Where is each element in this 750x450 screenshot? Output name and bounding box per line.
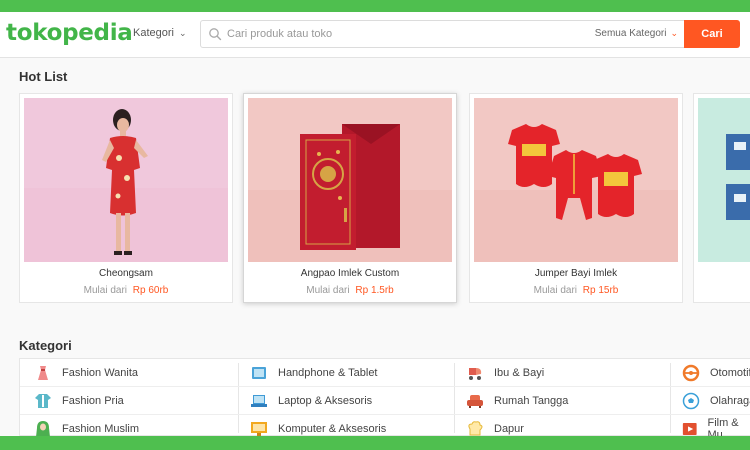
shirt-icon bbox=[35, 394, 51, 408]
product-name: Jumper Bayi Imlek bbox=[534, 268, 618, 279]
category-select[interactable]: Semua Kategori ⌄ bbox=[595, 28, 678, 39]
kategori-item-label: Otomotif bbox=[710, 367, 750, 379]
tablet-icon bbox=[252, 367, 266, 379]
kategori-title: Kategori bbox=[19, 338, 72, 353]
search-icon bbox=[209, 28, 222, 41]
laptop-icon bbox=[251, 395, 267, 407]
kategori-item-label: Komputer & Aksesoris bbox=[278, 423, 387, 435]
kategori-dropdown-button[interactable]: Kategori ⌄ bbox=[133, 27, 187, 39]
kategori-item-olahraga[interactable]: Olahraga bbox=[682, 387, 750, 415]
hot-list-card[interactable]: Cheongsam Mulai dari Rp 60rb bbox=[19, 93, 233, 303]
hot-list-title: Hot List bbox=[19, 69, 68, 84]
price-prefix: Mulai dari bbox=[533, 285, 577, 296]
kategori-item-label: Fashion Muslim bbox=[62, 423, 140, 435]
window-frame-bottom bbox=[0, 436, 750, 450]
kategori-item-label: Fashion Wanita bbox=[62, 367, 139, 379]
kategori-grid: Fashion Wanita Handphone & Tablet Ibu & … bbox=[19, 358, 750, 441]
kategori-item-label: Fashion Pria bbox=[62, 395, 124, 407]
kategori-item-label: Laptop & Aksesoris bbox=[278, 395, 373, 407]
product-image-cheongsam bbox=[24, 98, 228, 262]
search-input[interactable] bbox=[227, 24, 597, 44]
price-prefix: Mulai dari bbox=[306, 285, 350, 296]
hot-list-card-partial[interactable] bbox=[693, 93, 750, 303]
product-price: Mulai dari Rp 15rb bbox=[470, 285, 682, 296]
window-frame-top bbox=[0, 0, 750, 12]
price-amount: Rp 60rb bbox=[132, 285, 169, 296]
kategori-item-handphone-tablet[interactable]: Handphone & Tablet bbox=[250, 359, 378, 387]
kategori-item-label: Rumah Tangga bbox=[494, 395, 569, 407]
kategori-row: Fashion Wanita Handphone & Tablet Ibu & … bbox=[20, 359, 750, 387]
kategori-item-ibu-bayi[interactable]: Ibu & Bayi bbox=[466, 359, 544, 387]
kategori-dropdown-label: Kategori bbox=[133, 27, 174, 39]
kategori-item-fashion-pria[interactable]: Fashion Pria bbox=[34, 387, 124, 415]
kategori-item-label: Olahraga bbox=[710, 395, 750, 407]
soccer-ball-icon bbox=[682, 392, 700, 410]
kategori-item-rumah-tangga[interactable]: Rumah Tangga bbox=[466, 387, 568, 415]
chevron-down-icon: ⌄ bbox=[178, 27, 187, 38]
kategori-item-label: Handphone & Tablet bbox=[278, 367, 378, 379]
price-prefix: Mulai dari bbox=[83, 285, 127, 296]
price-amount: Rp 1.5rb bbox=[355, 285, 394, 296]
dress-icon bbox=[38, 366, 48, 380]
product-name: Angpao Imlek Custom bbox=[300, 268, 400, 279]
category-select-value: Semua Kategori bbox=[594, 28, 667, 39]
kategori-item-label: Dapur bbox=[494, 423, 524, 435]
search-bar: Semua Kategori ⌄ bbox=[200, 20, 685, 48]
kategori-item-fashion-wanita[interactable]: Fashion Wanita bbox=[34, 359, 138, 387]
search-button[interactable]: Cari bbox=[684, 20, 740, 48]
product-image-angpao bbox=[248, 98, 452, 262]
stroller-icon bbox=[469, 368, 482, 380]
kategori-item-otomotif[interactable]: Otomotif bbox=[682, 359, 750, 387]
hot-list-card[interactable]: Angpao Imlek Custom Mulai dari Rp 1.5rb bbox=[243, 93, 457, 303]
price-amount: Rp 15rb bbox=[582, 285, 619, 296]
kategori-item-laptop-aksesoris[interactable]: Laptop & Aksesoris bbox=[250, 387, 372, 415]
main-content: Hot List Cheongsam Mulai dari Rp 60rb An… bbox=[0, 58, 750, 441]
product-name: Cheongsam bbox=[99, 268, 153, 279]
product-image-jumper-bayi bbox=[474, 98, 678, 262]
product-price: Mulai dari Rp 1.5rb bbox=[244, 285, 456, 296]
chevron-down-icon: ⌄ bbox=[670, 28, 678, 38]
steering-wheel-icon bbox=[682, 364, 700, 382]
kategori-row: Fashion Pria Laptop & Aksesoris Rumah Ta… bbox=[20, 387, 750, 415]
kategori-item-label: Ibu & Bayi bbox=[494, 367, 545, 379]
hot-list-card[interactable]: Jumper Bayi Imlek Mulai dari Rp 15rb bbox=[469, 93, 683, 303]
tokopedia-logo[interactable]: tokopedia bbox=[6, 20, 133, 46]
top-navigation-bar: tokopedia Kategori ⌄ Semua Kategori ⌄ Ca… bbox=[0, 12, 750, 58]
armchair-icon bbox=[467, 395, 483, 408]
product-price: Mulai dari Rp 60rb bbox=[20, 285, 232, 296]
product-image-partial bbox=[698, 98, 750, 262]
